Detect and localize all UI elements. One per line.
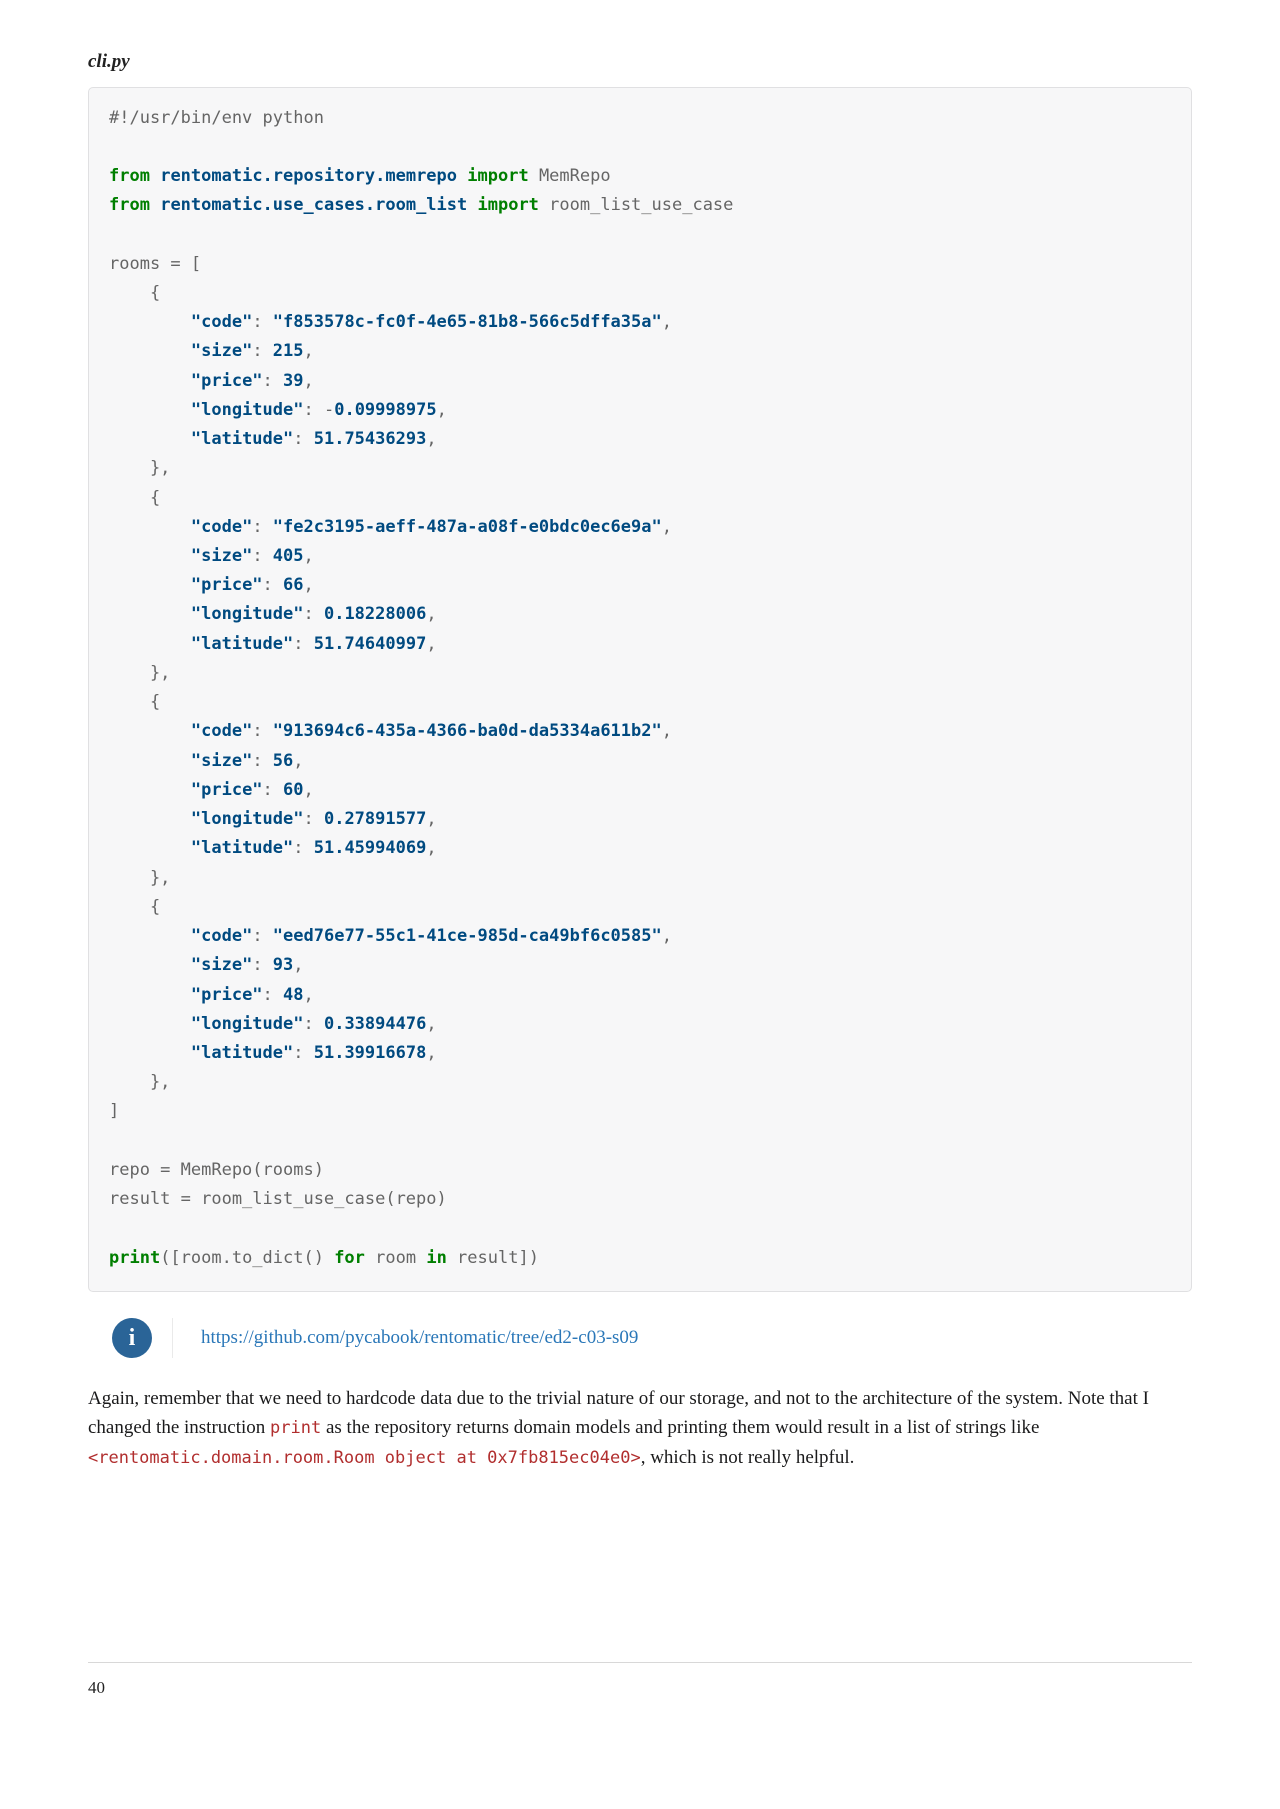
rooms-assign: rooms = [ xyxy=(109,254,201,274)
code-block: #!/usr/bin/env python from rentomatic.re… xyxy=(88,87,1192,1292)
dict-val: 0.18228006 xyxy=(324,604,426,624)
dict-val: 39 xyxy=(283,371,303,391)
shebang-line: #!/usr/bin/env python xyxy=(109,108,324,128)
page-footer: 40 xyxy=(88,1662,1192,1701)
dict-val: "913694c6-435a-4366-ba0d-da5334a611b2" xyxy=(273,721,662,741)
dict-key: "code" xyxy=(191,312,252,332)
kw-print: print xyxy=(109,1248,160,1268)
dict-key: "size" xyxy=(191,955,252,975)
dict-key: "longitude" xyxy=(191,400,304,420)
kw-import: import xyxy=(478,195,539,215)
repo-link[interactable]: https://github.com/pycabook/rentomatic/t… xyxy=(201,1324,638,1353)
kw-from: from xyxy=(109,166,150,186)
dict-val: 93 xyxy=(273,955,293,975)
dict-val: "fe2c3195-aeff-487a-a08f-e0bdc0ec6e9a" xyxy=(273,517,662,537)
result-line: result = room_list_use_case(repo) xyxy=(109,1189,447,1209)
dict-key: "size" xyxy=(191,546,252,566)
code-caption: cli.py xyxy=(88,48,1192,77)
dict-key: "longitude" xyxy=(191,809,304,829)
dict-val: 215 xyxy=(273,341,304,361)
minus: - xyxy=(324,400,334,420)
dict-val: 51.75436293 xyxy=(314,429,427,449)
dict-key: "price" xyxy=(191,780,263,800)
dict-val: 51.39916678 xyxy=(314,1043,427,1063)
print-arg: ([room.to_dict() xyxy=(160,1248,334,1268)
dict-val: "eed76e77-55c1-41ce-985d-ca49bf6c0585" xyxy=(273,926,662,946)
dict-key: "longitude" xyxy=(191,1014,304,1034)
dict-key: "longitude" xyxy=(191,604,304,624)
kw-in: in xyxy=(426,1248,446,1268)
brace: { xyxy=(109,283,160,303)
dict-val: 0.33894476 xyxy=(324,1014,426,1034)
module-name: rentomatic.use_cases.room_list xyxy=(160,195,467,215)
info-callout: i https://github.com/pycabook/rentomatic… xyxy=(112,1318,1192,1358)
repo-line: repo = MemRepo(rooms) xyxy=(109,1160,324,1180)
dict-val: 51.74640997 xyxy=(314,634,427,654)
dict-val: 48 xyxy=(283,985,303,1005)
module-name: rentomatic.repository.memrepo xyxy=(160,166,457,186)
dict-key: "size" xyxy=(191,751,252,771)
dict-val: 51.45994069 xyxy=(314,838,427,858)
dict-val: "f853578c-fc0f-4e65-81b8-566c5dffa35a" xyxy=(273,312,662,332)
brace: { xyxy=(109,692,160,712)
brace: }, xyxy=(109,1072,170,1092)
dict-val: 66 xyxy=(283,575,303,595)
para-text: , which is not really helpful. xyxy=(641,1447,855,1468)
kw-import: import xyxy=(467,166,528,186)
print-arg: room xyxy=(365,1248,426,1268)
dict-key: "price" xyxy=(191,371,263,391)
info-icon: i xyxy=(112,1318,152,1358)
dict-key: "latitude" xyxy=(191,838,293,858)
dict-val: 0.09998975 xyxy=(334,400,436,420)
brace: }, xyxy=(109,663,170,683)
dict-key: "size" xyxy=(191,341,252,361)
brace: }, xyxy=(109,458,170,478)
brace: { xyxy=(109,897,160,917)
import-target: room_list_use_case xyxy=(549,195,733,215)
dict-val: 56 xyxy=(273,751,293,771)
kw-from: from xyxy=(109,195,150,215)
dict-key: "latitude" xyxy=(191,429,293,449)
dict-key: "code" xyxy=(191,517,252,537)
kw-for: for xyxy=(334,1248,365,1268)
brace: }, xyxy=(109,868,170,888)
dict-val: 60 xyxy=(283,780,303,800)
dict-val: 0.27891577 xyxy=(324,809,426,829)
list-close: ] xyxy=(109,1101,119,1121)
para-text: as the repository returns domain models … xyxy=(321,1417,1039,1438)
dict-key: "price" xyxy=(191,575,263,595)
import-target: MemRepo xyxy=(539,166,611,186)
dict-val: 405 xyxy=(273,546,304,566)
print-arg: result]) xyxy=(447,1248,539,1268)
page-number: 40 xyxy=(88,1678,105,1697)
body-paragraph: Again, remember that we need to hardcode… xyxy=(88,1384,1192,1472)
dict-key: "code" xyxy=(191,926,252,946)
inline-code: print xyxy=(270,1418,321,1438)
brace: { xyxy=(109,488,160,508)
dict-key: "latitude" xyxy=(191,1043,293,1063)
dict-key: "latitude" xyxy=(191,634,293,654)
dict-key: "price" xyxy=(191,985,263,1005)
inline-code: <rentomatic.domain.room.Room object at 0… xyxy=(88,1448,641,1468)
dict-key: "code" xyxy=(191,721,252,741)
